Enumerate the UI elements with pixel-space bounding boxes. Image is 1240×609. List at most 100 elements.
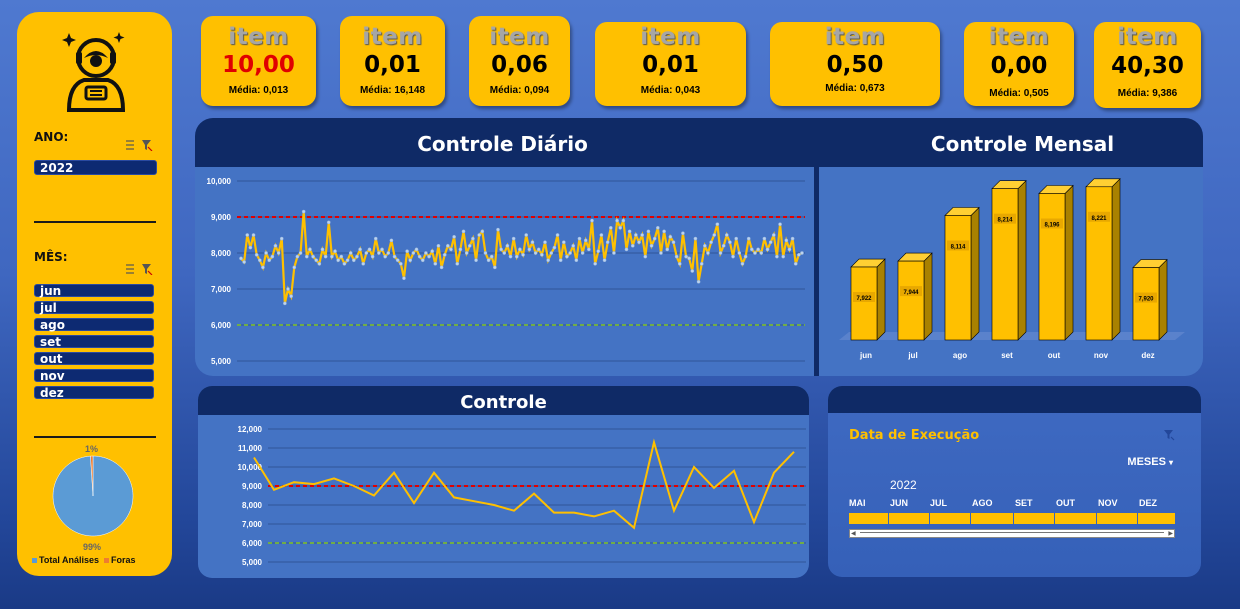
kpi-value: 40,30 xyxy=(1111,53,1184,79)
control-panel: Controle Diário Controle Mensal 5,000 6,0… xyxy=(195,118,1203,376)
kpi-media: Média: 0,505 xyxy=(989,88,1049,99)
data-point xyxy=(251,233,256,237)
slicer-item-dez[interactable]: dez xyxy=(34,386,154,400)
x-tick-label: nov xyxy=(1094,351,1109,360)
data-point xyxy=(800,251,804,255)
data-point xyxy=(355,254,359,259)
data-point xyxy=(583,238,588,243)
timeline-bar-mai[interactable] xyxy=(849,513,888,524)
data-point xyxy=(527,247,532,252)
data-point xyxy=(518,247,522,252)
y-tick-label: 11,000 xyxy=(238,444,263,453)
data-point xyxy=(549,251,554,255)
mes-label: MÊS: xyxy=(34,250,68,264)
timeline-year: 2022 xyxy=(890,478,917,492)
data-point xyxy=(577,236,582,241)
kpi-title: item xyxy=(824,24,886,50)
multiselect-icon[interactable] xyxy=(124,139,154,151)
data-point xyxy=(514,254,519,259)
timeline-bar-set[interactable] xyxy=(1014,513,1054,524)
x-tick-label: jul xyxy=(907,351,917,360)
data-point xyxy=(351,258,356,263)
data-point xyxy=(389,238,394,243)
data-point xyxy=(292,265,297,270)
data-point xyxy=(245,233,250,237)
ano-label: ANO: xyxy=(34,130,69,144)
data-point xyxy=(546,258,550,263)
slicer-item-nov[interactable]: nov xyxy=(34,369,154,383)
timeline-scrollbar[interactable]: ◀ ▶ xyxy=(849,529,1175,538)
slicer-item-set[interactable]: set xyxy=(34,335,154,349)
timeline-bar-out[interactable] xyxy=(1055,513,1096,524)
kpi-media: Média: 0,673 xyxy=(825,83,885,94)
data-point xyxy=(753,251,757,255)
timeline-bar-nov[interactable] xyxy=(1097,513,1137,524)
data-label: 7,944 xyxy=(903,290,919,296)
monthly-chart: 7,922 jun 7,944 jul 8,114 ago 8,214 set 8,196 out… xyxy=(839,178,1185,360)
data-label: 7,922 xyxy=(856,296,872,302)
legend-swatch xyxy=(32,558,37,564)
bar-side xyxy=(970,206,980,341)
timeline-bar-jun[interactable] xyxy=(889,513,929,524)
data-point xyxy=(593,261,598,266)
data-point xyxy=(420,258,425,263)
data-point xyxy=(480,229,485,234)
timeline-bar-jul[interactable] xyxy=(930,513,970,524)
kpi-media: Média: 0,094 xyxy=(489,85,550,96)
data-point xyxy=(301,209,306,214)
bar xyxy=(1085,186,1113,341)
multiselect-icon[interactable] xyxy=(124,263,154,275)
data-point xyxy=(392,254,397,259)
kpi-card: item 10,00 Média: 0,013 xyxy=(201,16,316,106)
data-point xyxy=(264,251,268,255)
bar xyxy=(897,260,925,341)
slicer-item-jun[interactable]: jun xyxy=(34,284,154,298)
controle-chart: 5,0006,0007,0008,0009,00010,00011,00012,… xyxy=(238,425,806,567)
data-point xyxy=(655,225,660,230)
data-point xyxy=(784,238,789,243)
y-tick-label: 7,000 xyxy=(211,285,232,294)
data-point xyxy=(627,229,632,234)
timeline-level-select[interactable]: MESES ▾ xyxy=(1127,456,1173,468)
data-point xyxy=(762,236,767,241)
data-point xyxy=(605,240,610,245)
slicer-item-out[interactable]: out xyxy=(34,352,154,366)
slicer-item-jul[interactable]: jul xyxy=(34,301,154,315)
data-point xyxy=(649,243,654,248)
bar-side xyxy=(1158,258,1168,341)
data-label: 8,114 xyxy=(951,244,966,250)
scroll-right-icon[interactable]: ▶ xyxy=(1168,531,1173,537)
scroll-left-icon[interactable]: ◀ xyxy=(851,531,856,537)
timeline-bar-ago[interactable] xyxy=(971,513,1013,524)
data-point xyxy=(706,251,710,255)
pie-label-small: 1% xyxy=(85,444,99,454)
data-point xyxy=(373,236,378,241)
timeline-bar-dez[interactable] xyxy=(1138,513,1175,524)
data-point xyxy=(746,236,751,241)
data-point xyxy=(702,243,707,248)
kpi-title: item xyxy=(1117,24,1178,50)
slicer-item-2022[interactable]: 2022 xyxy=(34,160,157,175)
data-point xyxy=(414,247,419,252)
data-point xyxy=(565,254,569,259)
daily-title: Controle Diário xyxy=(417,132,588,156)
legend-total: Total Análises xyxy=(39,555,100,565)
clear-filter-icon[interactable] xyxy=(1163,429,1175,441)
data-point xyxy=(314,258,319,263)
data-point xyxy=(508,254,513,259)
data-point xyxy=(467,243,472,248)
data-point xyxy=(775,254,779,259)
data-point xyxy=(339,254,344,259)
data-point xyxy=(671,240,676,245)
pie-label-large: 99% xyxy=(83,542,102,552)
panel-header: Controle Diário Controle Mensal xyxy=(195,118,1203,167)
data-point xyxy=(439,265,444,270)
data-point xyxy=(684,254,688,259)
slicer-item-ago[interactable]: ago xyxy=(34,318,154,332)
data-point xyxy=(304,254,309,259)
kpi-card: item 0,01 Média: 16,148 xyxy=(340,16,445,106)
data-point xyxy=(279,236,284,241)
data-point xyxy=(370,254,375,259)
data-point xyxy=(721,243,726,248)
kpi-title: item xyxy=(988,24,1050,50)
